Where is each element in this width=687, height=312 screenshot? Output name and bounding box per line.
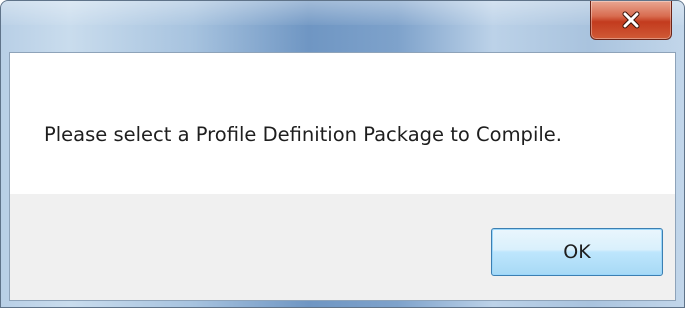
title-bar[interactable] [1,1,684,51]
message-area: Please select a Profile Definition Packa… [10,53,675,194]
ok-button[interactable]: OK [491,228,663,276]
message-dialog-window: Please select a Profile Definition Packa… [0,0,685,308]
close-icon [622,11,640,29]
close-button[interactable] [590,1,672,40]
message-text: Please select a Profile Definition Packa… [44,123,562,146]
button-bar: OK [10,194,675,300]
dialog-client-area: Please select a Profile Definition Packa… [9,52,676,301]
